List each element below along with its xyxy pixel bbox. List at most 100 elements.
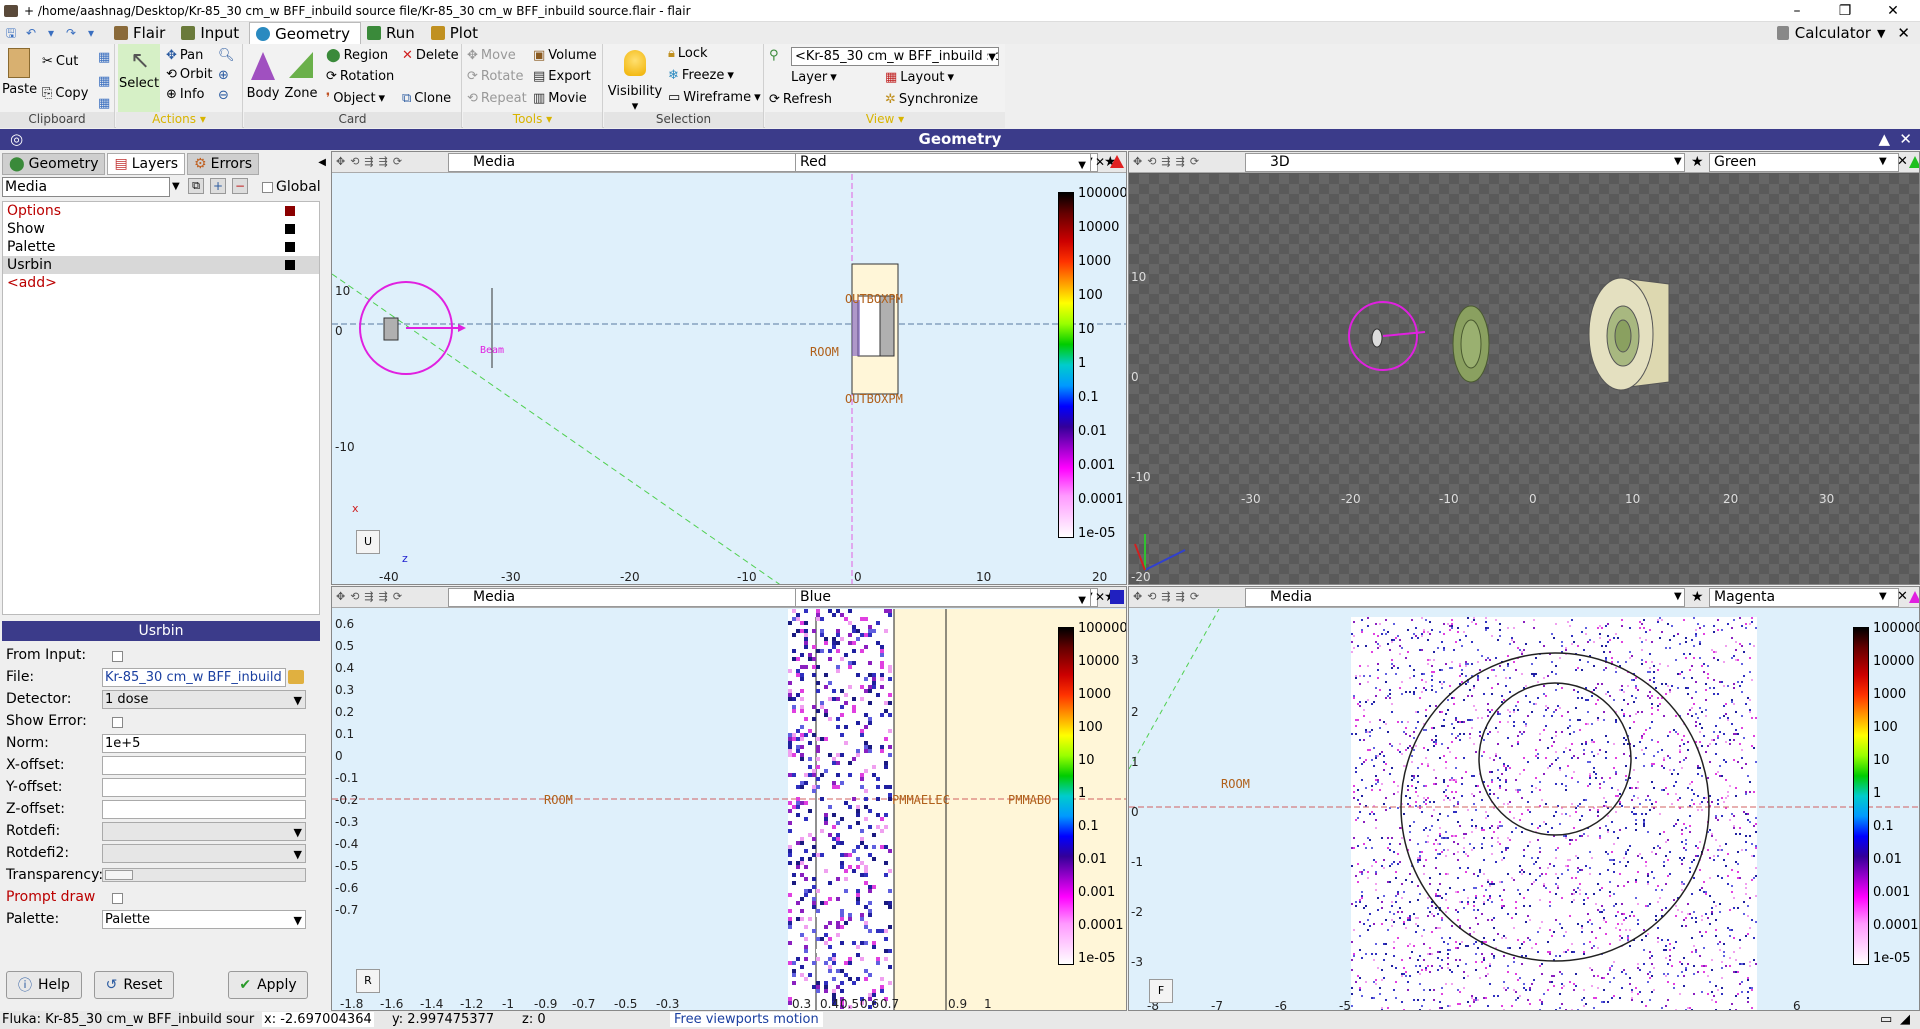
remove-layer-icon[interactable]: − xyxy=(232,178,248,194)
save-icon[interactable]: 🖫 xyxy=(2,24,20,42)
redo-menu-icon[interactable]: ▾ xyxy=(82,24,100,42)
layer-select[interactable]: Media xyxy=(1245,588,1685,607)
star-icon[interactable]: ★ xyxy=(1691,589,1704,605)
orbit-button[interactable]: ⟲ Orbit xyxy=(166,67,212,82)
zone-button[interactable]: Zone xyxy=(284,52,318,101)
list-item[interactable]: Palette xyxy=(3,238,319,256)
palette-select[interactable]: Palette ▼ xyxy=(102,910,306,929)
tab-errors[interactable]: ⚙ Errors xyxy=(187,153,260,175)
viewport-magenta[interactable]: ✥⟲⇶⇶⟳ Media ▼ ★ Magenta ▼ ✕ ROOM -8 -7 -… xyxy=(1128,586,1920,1011)
tab-flair[interactable]: Flair xyxy=(108,22,175,44)
calculator-button[interactable]: Calculator ▼ ✕ xyxy=(1776,22,1910,44)
layout-button[interactable]: ▦ Layout ▾ xyxy=(885,70,954,85)
copy-button[interactable]: ⎘ Copy xyxy=(42,86,88,101)
x-offset-field[interactable] xyxy=(102,756,306,775)
transparency-slider[interactable] xyxy=(102,868,306,882)
tab-layers[interactable]: ▤ Layers xyxy=(107,153,186,175)
apply-button[interactable]: ✔ Apply xyxy=(228,971,308,999)
list-item[interactable]: <add> xyxy=(3,274,319,292)
freeze-button[interactable]: ❄ Freeze ▾ xyxy=(668,68,734,83)
list-item[interactable]: Show xyxy=(3,220,319,238)
chevron-down-icon[interactable]: ▼ xyxy=(1879,156,1887,167)
view-group-label[interactable]: View ▾ xyxy=(765,112,1005,128)
help-button[interactable]: ⓘ Help xyxy=(6,971,82,999)
layer-select[interactable]: 3D xyxy=(1245,153,1685,172)
target-icon[interactable]: ◎ xyxy=(10,129,23,150)
delete-button[interactable]: ✕ Delete xyxy=(402,48,459,63)
viewport-canvas[interactable]: OUTBOXPM OUTBOXPM ROOM Beam 10 0 -10 -40… xyxy=(332,174,1126,584)
viewport-tools[interactable]: ✥⟲⇶⇶⟳ xyxy=(1133,155,1204,168)
redo-icon[interactable]: ↷ xyxy=(62,24,80,42)
layer-search-input[interactable]: Media xyxy=(2,177,170,197)
list-item[interactable]: Usrbin xyxy=(3,256,319,274)
viewport-green[interactable]: ✥⟲⇶⇶⟳ 3D ▼ ★ Green ▼ ✕ -30 -20 -10 0 10 … xyxy=(1128,151,1920,585)
viewport-tools[interactable]: ✥⟲⇶⇶⟳ xyxy=(1133,590,1204,603)
zoom-out-icon[interactable]: ⊖ xyxy=(218,88,229,103)
view-combo[interactable]: <Kr-85_30 cm_w BFF_inbuild so ▼ xyxy=(791,47,999,66)
global-checkbox[interactable] xyxy=(262,182,273,193)
close-panel-icon[interactable]: ✕ xyxy=(1899,129,1912,150)
close-viewport-icon[interactable]: ✕ xyxy=(1897,589,1908,604)
close-viewport-icon[interactable]: ✕ xyxy=(1095,155,1105,169)
chevron-down-icon[interactable]: ▼ xyxy=(1674,591,1682,602)
y-offset-field[interactable] xyxy=(102,778,306,797)
info-button[interactable]: ⊕ Info xyxy=(166,87,205,102)
viewport-name-select-blue[interactable]: Blue ▼ xyxy=(795,588,1091,607)
paste-button[interactable]: Paste xyxy=(2,48,37,97)
grid-icon[interactable]: ▦ xyxy=(98,50,110,65)
layer-button[interactable]: Layer ▾ xyxy=(791,70,837,85)
zoom-in-icon[interactable]: ⊕ xyxy=(218,68,229,83)
list-item[interactable]: Options xyxy=(3,202,319,220)
tab-left-geometry[interactable]: ⬤ Geometry xyxy=(2,153,106,175)
select-button[interactable]: ↖ Select xyxy=(118,44,160,112)
close-icon[interactable]: ✕ xyxy=(1870,0,1916,22)
viewport-tools[interactable]: ✥⟲⇶⇶⟳ xyxy=(336,590,407,603)
export-button[interactable]: ▤ Export xyxy=(533,69,591,84)
pan-button[interactable]: ✥ Pan xyxy=(166,48,203,63)
z-offset-field[interactable] xyxy=(102,800,306,819)
viewport-name-select[interactable]: Green xyxy=(1709,153,1899,172)
close-viewport-icon[interactable]: ✕ xyxy=(1095,590,1105,604)
copy-layer-icon[interactable]: ⧉ xyxy=(188,178,204,194)
norm-field[interactable]: 1e+5 xyxy=(102,734,306,753)
tab-geometry[interactable]: Geometry xyxy=(249,22,361,44)
viewport-canvas[interactable]: -30 -20 -10 0 10 20 30 10 0 -10 -20 xyxy=(1129,174,1919,584)
grid-icon-2[interactable]: ▦ xyxy=(98,74,110,89)
file-field[interactable]: Kr-85_30 cm_w BFF_inbuild xyxy=(102,668,286,687)
slider-handle[interactable] xyxy=(105,870,133,880)
show-error-checkbox[interactable] xyxy=(112,717,123,728)
cut-button[interactable]: ✂ Cut xyxy=(42,54,78,69)
minimize-icon[interactable]: – xyxy=(1774,0,1820,22)
from-input-checkbox[interactable] xyxy=(112,651,123,662)
detector-select[interactable]: 1 dose ▼ xyxy=(102,690,306,709)
actions-group-label[interactable]: Actions ▾ xyxy=(116,112,242,128)
wireframe-button[interactable]: ▭ Wireframe ▾ xyxy=(668,90,761,105)
add-layer-icon[interactable]: + xyxy=(210,178,226,194)
move-button[interactable]: ✥ Move xyxy=(467,48,516,63)
rotation-button[interactable]: ⟳ Rotation xyxy=(326,69,394,84)
region-button[interactable]: ⬤ Region xyxy=(326,48,388,63)
viewport-canvas[interactable]: ROOM -8 -7 -6 -5 6 3 2 1 0 -1 -2 -3 F 10… xyxy=(1129,609,1919,1010)
body-button[interactable]: Body xyxy=(246,52,280,101)
close-icon[interactable]: ✕ xyxy=(1897,24,1910,42)
viewport-canvas[interactable]: ROOM PMMAELEC PMMABO 0.6 0.5 0.4 0.3 0.2 0.1 0… xyxy=(332,609,1126,1010)
object-button[interactable]: ❜ Object ▾ xyxy=(326,91,385,106)
zoom-icon[interactable]: 🔍︎ xyxy=(218,48,235,63)
synchronize-button[interactable]: ✲ Synchronize xyxy=(885,92,978,107)
undo-icon[interactable]: ↶ xyxy=(22,24,40,42)
chevron-down-icon[interactable]: ▼ xyxy=(1674,156,1682,167)
visibility-button[interactable]: Visibility ▾ xyxy=(606,50,664,114)
clone-button[interactable]: ⧉ Clone xyxy=(402,91,451,106)
tab-input[interactable]: Input xyxy=(175,22,249,44)
lock-button[interactable]: 🔒︎ Lock xyxy=(668,46,708,61)
movie-button[interactable]: ▥ Movie xyxy=(533,91,587,106)
star-icon[interactable]: ★ xyxy=(1691,154,1704,170)
rotdefi-select[interactable]: ▼ xyxy=(102,822,306,841)
prompt-draw-checkbox[interactable] xyxy=(112,893,123,904)
viewport-name-select-red[interactable]: Red ▼ xyxy=(795,153,1091,172)
refresh-button[interactable]: ⟳ Refresh xyxy=(769,92,832,107)
chevron-down-icon[interactable]: ▼ xyxy=(172,181,180,192)
grid-icon-3[interactable]: ▦ xyxy=(98,96,110,111)
volume-button[interactable]: ▣ Volume xyxy=(533,48,597,63)
tab-run[interactable]: Run xyxy=(361,22,425,44)
